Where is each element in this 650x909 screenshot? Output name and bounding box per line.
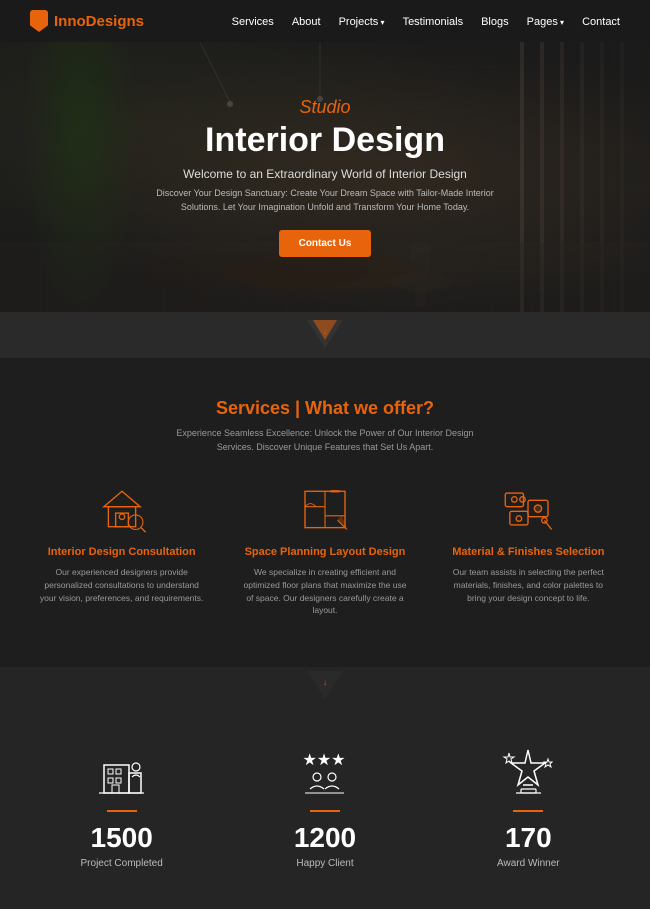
stat-label-2: Happy Client	[245, 858, 405, 869]
material-icon	[498, 484, 558, 534]
logo-icon	[30, 10, 48, 32]
consultation-icon	[92, 484, 152, 534]
service-card-3: Material & Finishes Selection Our team a…	[443, 484, 613, 617]
stats-section: 1500 Project Completed ★★★ 1200 Happy Cl	[0, 705, 650, 909]
nav-projects[interactable]: Projects	[339, 16, 385, 28]
hero-cta-button[interactable]: Contact Us	[279, 230, 372, 257]
hero-studio-label: Studio	[155, 97, 495, 118]
service-1-desc: Our experienced designers provide person…	[37, 566, 207, 604]
award-stat-icon	[501, 745, 556, 800]
stat-line-3	[513, 810, 543, 812]
nav-links: Services About Projects Testimonials Blo…	[232, 12, 620, 30]
service-2-desc: We specialize in creating efficient and …	[240, 566, 410, 617]
arrow-down-decoration-2: ↓	[307, 671, 343, 701]
svg-text:★★★: ★★★	[303, 752, 346, 769]
stat-card-3: 170 Award Winner	[448, 745, 608, 869]
service-1-name: Interior Design Consultation	[37, 546, 207, 558]
hero-title: Interior Design	[155, 122, 495, 159]
clients-stat-icon: ★★★	[297, 745, 352, 800]
section-divider-1: ↓	[0, 312, 650, 358]
nav-pages[interactable]: Pages	[527, 16, 564, 28]
navigation: InnoDesigns Services About Projects Test…	[0, 0, 650, 42]
hero-description: Discover Your Design Sanctuary: Create Y…	[155, 187, 495, 214]
stat-line-1	[107, 810, 137, 812]
stat-card-2: ★★★ 1200 Happy Client	[245, 745, 405, 869]
services-title: Services | What we offer?	[30, 398, 620, 419]
service-3-desc: Our team assists in selecting the perfec…	[443, 566, 613, 604]
hero-section: Studio Interior Design Welcome to an Ext…	[0, 42, 650, 312]
hero-subtitle: Welcome to an Extraordinary World of Int…	[155, 167, 495, 181]
services-grid: Interior Design Consultation Our experie…	[30, 484, 620, 617]
stat-number-1: 1500	[42, 822, 202, 854]
services-desc: Experience Seamless Excellence: Unlock t…	[175, 427, 475, 454]
stat-number-3: 170	[448, 822, 608, 854]
stat-label-1: Project Completed	[42, 858, 202, 869]
svg-text:↓: ↓	[323, 327, 327, 336]
nav-blogs[interactable]: Blogs	[481, 16, 509, 28]
stat-number-2: 1200	[245, 822, 405, 854]
services-section: Services | What we offer? Experience Sea…	[0, 358, 650, 667]
stat-line-2	[310, 810, 340, 812]
nav-services[interactable]: Services	[232, 16, 274, 28]
stat-label-3: Award Winner	[448, 858, 608, 869]
service-2-name: Space Planning Layout Design	[240, 546, 410, 558]
svg-text:↓: ↓	[323, 678, 327, 687]
building-stat-icon	[94, 745, 149, 800]
arrow-down-decoration: ↓	[307, 320, 343, 350]
layout-icon	[295, 484, 355, 534]
nav-contact[interactable]: Contact	[582, 16, 620, 28]
logo[interactable]: InnoDesigns	[30, 10, 144, 32]
stat-card-1: 1500 Project Completed	[42, 745, 202, 869]
section-divider-2: ↓	[0, 667, 650, 705]
nav-testimonials[interactable]: Testimonials	[403, 16, 464, 28]
hero-content: Studio Interior Design Welcome to an Ext…	[155, 97, 495, 257]
nav-about[interactable]: About	[292, 16, 321, 28]
stats-grid: 1500 Project Completed ★★★ 1200 Happy Cl	[30, 745, 620, 869]
service-card-2: Space Planning Layout Design We speciali…	[240, 484, 410, 617]
service-3-name: Material & Finishes Selection	[443, 546, 613, 558]
service-card-1: Interior Design Consultation Our experie…	[37, 484, 207, 617]
logo-text: InnoDesigns	[54, 13, 144, 30]
